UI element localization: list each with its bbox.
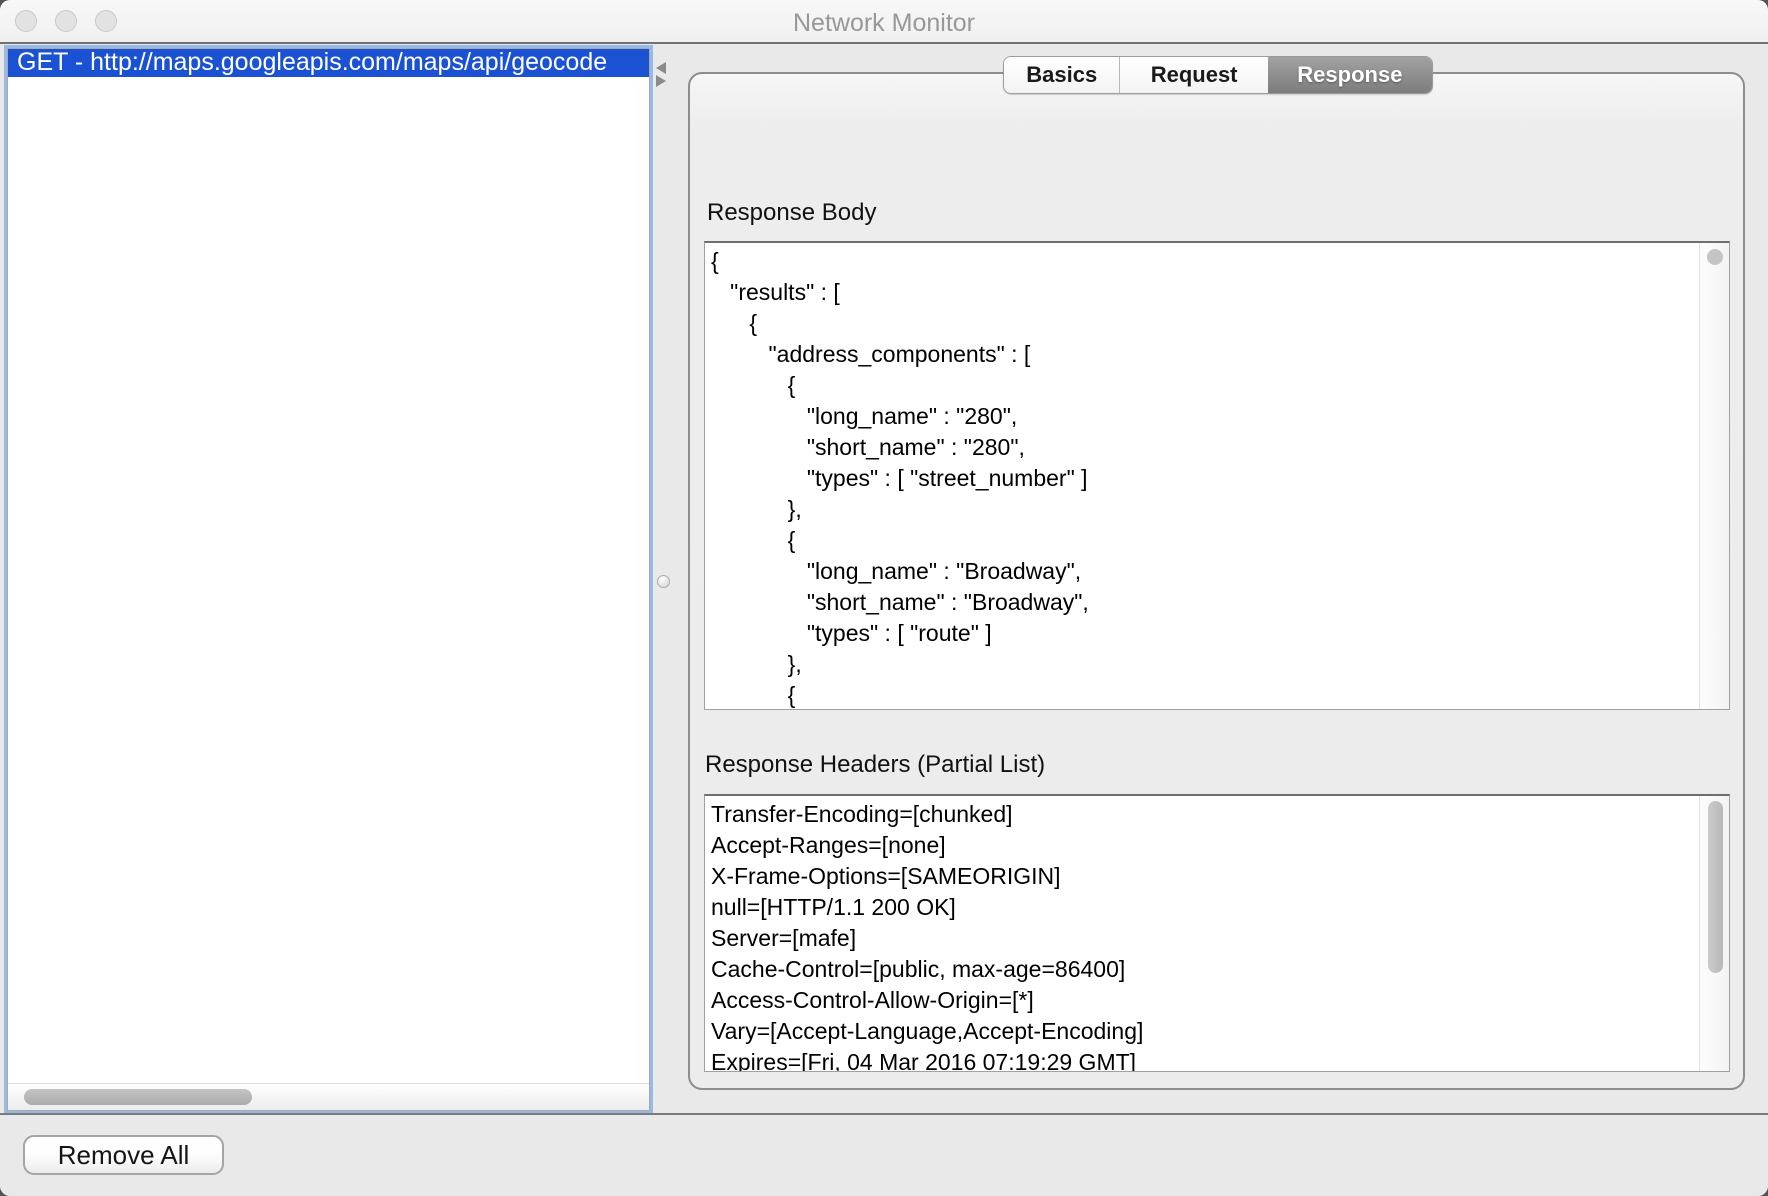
response-headers-textarea[interactable]: Transfer-Encoding=[chunked] Accept-Range… <box>704 794 1730 1072</box>
tab-request[interactable]: Request <box>1120 57 1267 93</box>
tab-basics[interactable]: Basics <box>1004 57 1120 93</box>
response-headers-label: Response Headers (Partial List) <box>705 751 1045 779</box>
request-list-panel: GET - http://maps.googleapis.com/maps/ap… <box>7 48 650 1111</box>
response-body-scrollbar[interactable] <box>1699 243 1729 709</box>
network-monitor-window: Network Monitor GET - http://maps.google… <box>0 0 1768 1196</box>
response-body-text: { "results" : [ { "address_components" :… <box>711 246 1695 709</box>
remove-all-button[interactable]: Remove All <box>23 1135 224 1175</box>
splitter-expand-right-arrow-icon[interactable] <box>656 75 666 87</box>
horizontal-scrollbar[interactable] <box>8 1083 649 1110</box>
response-headers-scrollbar-thumb[interactable] <box>1708 801 1723 973</box>
response-body-label: Response Body <box>707 199 876 227</box>
detail-tabs: Basics Request Response <box>1003 56 1433 94</box>
titlebar: Network Monitor <box>0 0 1768 44</box>
bottom-bar: Remove All <box>0 1115 1768 1196</box>
response-headers-text: Transfer-Encoding=[chunked] Accept-Range… <box>711 799 1695 1071</box>
splitter-handle[interactable] <box>657 575 670 588</box>
tab-response[interactable]: Response <box>1268 57 1432 93</box>
response-headers-scrollbar[interactable] <box>1699 796 1729 1071</box>
window-title: Network Monitor <box>0 9 1768 38</box>
horizontal-scrollbar-thumb[interactable] <box>24 1089 252 1105</box>
splitter-collapse-left-arrow-icon[interactable] <box>656 62 666 74</box>
response-body-scrollbar-thumb[interactable] <box>1707 249 1723 265</box>
response-body-textarea[interactable]: { "results" : [ { "address_components" :… <box>704 241 1730 710</box>
request-list-item-selected[interactable]: GET - http://maps.googleapis.com/maps/ap… <box>8 49 649 77</box>
